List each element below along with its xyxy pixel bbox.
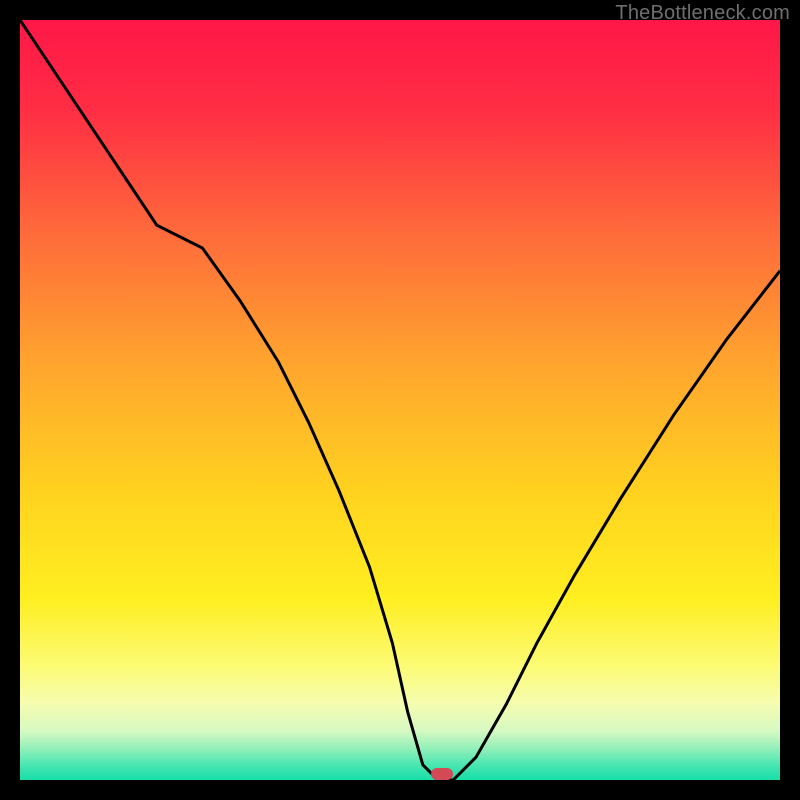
watermark-text: TheBottleneck.com [615,2,790,25]
plot-area [20,20,780,780]
bottleneck-curve [20,20,780,780]
optimal-marker [431,768,453,780]
chart-stage: TheBottleneck.com [0,0,800,800]
curve-layer [20,20,780,780]
